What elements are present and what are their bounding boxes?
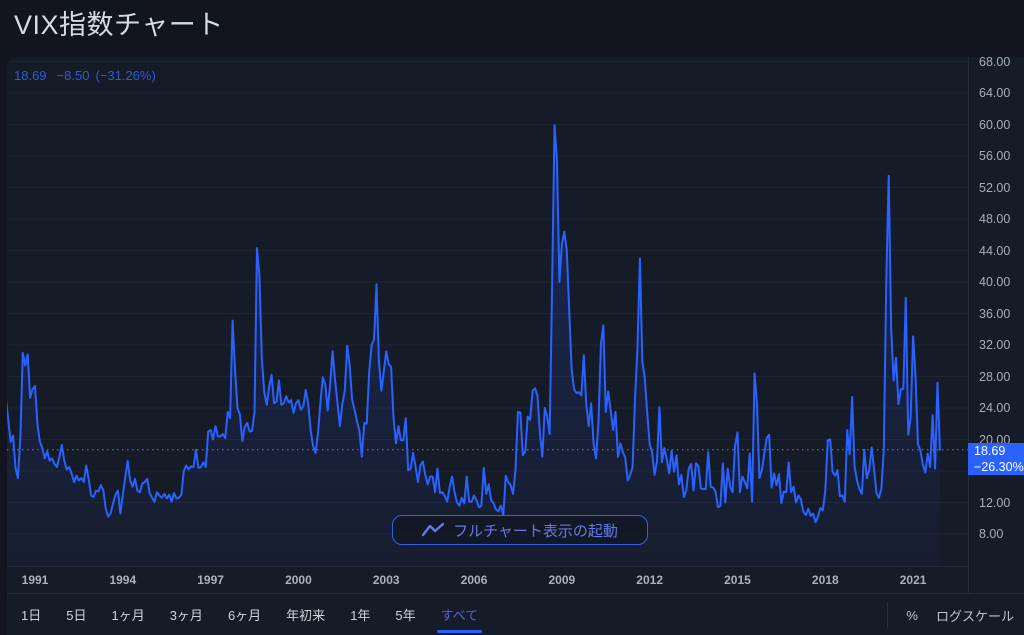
- price-scale-label: 60.00: [979, 117, 1011, 132]
- time-scale-label: 2018: [811, 573, 839, 587]
- range-button-all[interactable]: すべて: [436, 603, 482, 633]
- price-scale-label: 40.00: [979, 275, 1011, 289]
- current-price-value: 18.69: [974, 443, 1006, 458]
- launch-full-chart-button[interactable]: フルチャート表示の起動: [392, 515, 648, 545]
- price-scale-label: 32.00: [979, 338, 1011, 352]
- chart-widget-card: 18.69 −8.50 (−31.26%) フルチャート表示の起動 68.00 6…: [7, 57, 1024, 635]
- quote-change: −8.50: [56, 68, 90, 83]
- scale-buttons-group: % ログスケール: [887, 594, 1014, 635]
- time-scale-label: 2012: [636, 573, 664, 587]
- range-button-3mo[interactable]: 3ヶ月: [169, 603, 204, 626]
- range-toolbar: 1日 5日 1ヶ月 3ヶ月 6ヶ月 年初来 1年 5年 すべて % ログスケール: [7, 593, 1024, 635]
- price-scale[interactable]: 68.00 64.00 60.00 56.00 52.00 48.00 44.00 40.00…: [969, 57, 1024, 566]
- range-button-5d[interactable]: 5日: [65, 603, 87, 626]
- current-price-percent: −26.30%: [974, 459, 1024, 474]
- range-button-6mo[interactable]: 6ヶ月: [227, 603, 262, 626]
- price-scale-label: 28.00: [979, 369, 1011, 384]
- range-button-1d[interactable]: 1日: [20, 603, 42, 626]
- price-scale-label: 52.00: [979, 180, 1011, 195]
- price-scale-label: 56.00: [979, 149, 1011, 163]
- log-scale-button[interactable]: ログスケール: [936, 606, 1014, 625]
- time-scale-label: 1997: [197, 573, 224, 587]
- toolbar-divider: [887, 602, 889, 628]
- price-scale-label: 44.00: [979, 243, 1011, 258]
- launch-full-chart-label: フルチャート表示の起動: [453, 522, 618, 540]
- time-scale-label: 2015: [724, 573, 751, 587]
- price-scale-label: 48.00: [979, 212, 1011, 226]
- time-scale-label: 2021: [899, 573, 927, 587]
- line-chart-icon: [422, 523, 445, 537]
- time-scale-label: 2009: [548, 573, 576, 587]
- vix-price-line: [7, 124, 941, 524]
- range-button-ytd[interactable]: 年初来: [285, 603, 326, 626]
- range-button-1mo[interactable]: 1ヶ月: [110, 603, 145, 626]
- page-title: VIX指数チャート: [14, 10, 224, 40]
- vix-area-chart[interactable]: [7, 57, 968, 566]
- price-scale-label: 64.00: [979, 86, 1011, 100]
- time-scale-label: 1994: [109, 573, 137, 587]
- chart-plot-area[interactable]: フルチャート表示の起動: [7, 57, 968, 566]
- quote-row: 18.69 −8.50 (−31.26%): [14, 68, 156, 83]
- time-scale[interactable]: 1991 1994 1997 2000 2003 2006 2009 2012 2015 2018…: [7, 566, 968, 593]
- time-scale-label: 1991: [21, 573, 49, 587]
- range-button-1y[interactable]: 1年: [349, 603, 371, 626]
- time-scale-label: 2000: [285, 573, 312, 587]
- current-price-badge: 18.69 −26.30%: [968, 442, 1024, 475]
- price-scale-label: 12.00: [979, 495, 1011, 510]
- quote-change-percent: (−31.26%): [95, 68, 156, 83]
- quote-last-price: 18.69: [14, 68, 47, 83]
- price-scale-label: 24.00: [979, 401, 1011, 415]
- range-buttons-group: 1日 5日 1ヶ月 3ヶ月 6ヶ月 年初来 1年 5年 すべて: [20, 603, 502, 633]
- range-button-5y[interactable]: 5年: [394, 603, 416, 626]
- price-scale-label: 68.00: [979, 57, 1011, 69]
- percent-scale-button[interactable]: %: [906, 608, 918, 623]
- price-scale-label: 8.00: [979, 527, 1004, 541]
- time-scale-label: 2003: [372, 573, 400, 587]
- price-scale-label: 36.00: [979, 306, 1011, 321]
- time-scale-label: 2006: [460, 573, 488, 587]
